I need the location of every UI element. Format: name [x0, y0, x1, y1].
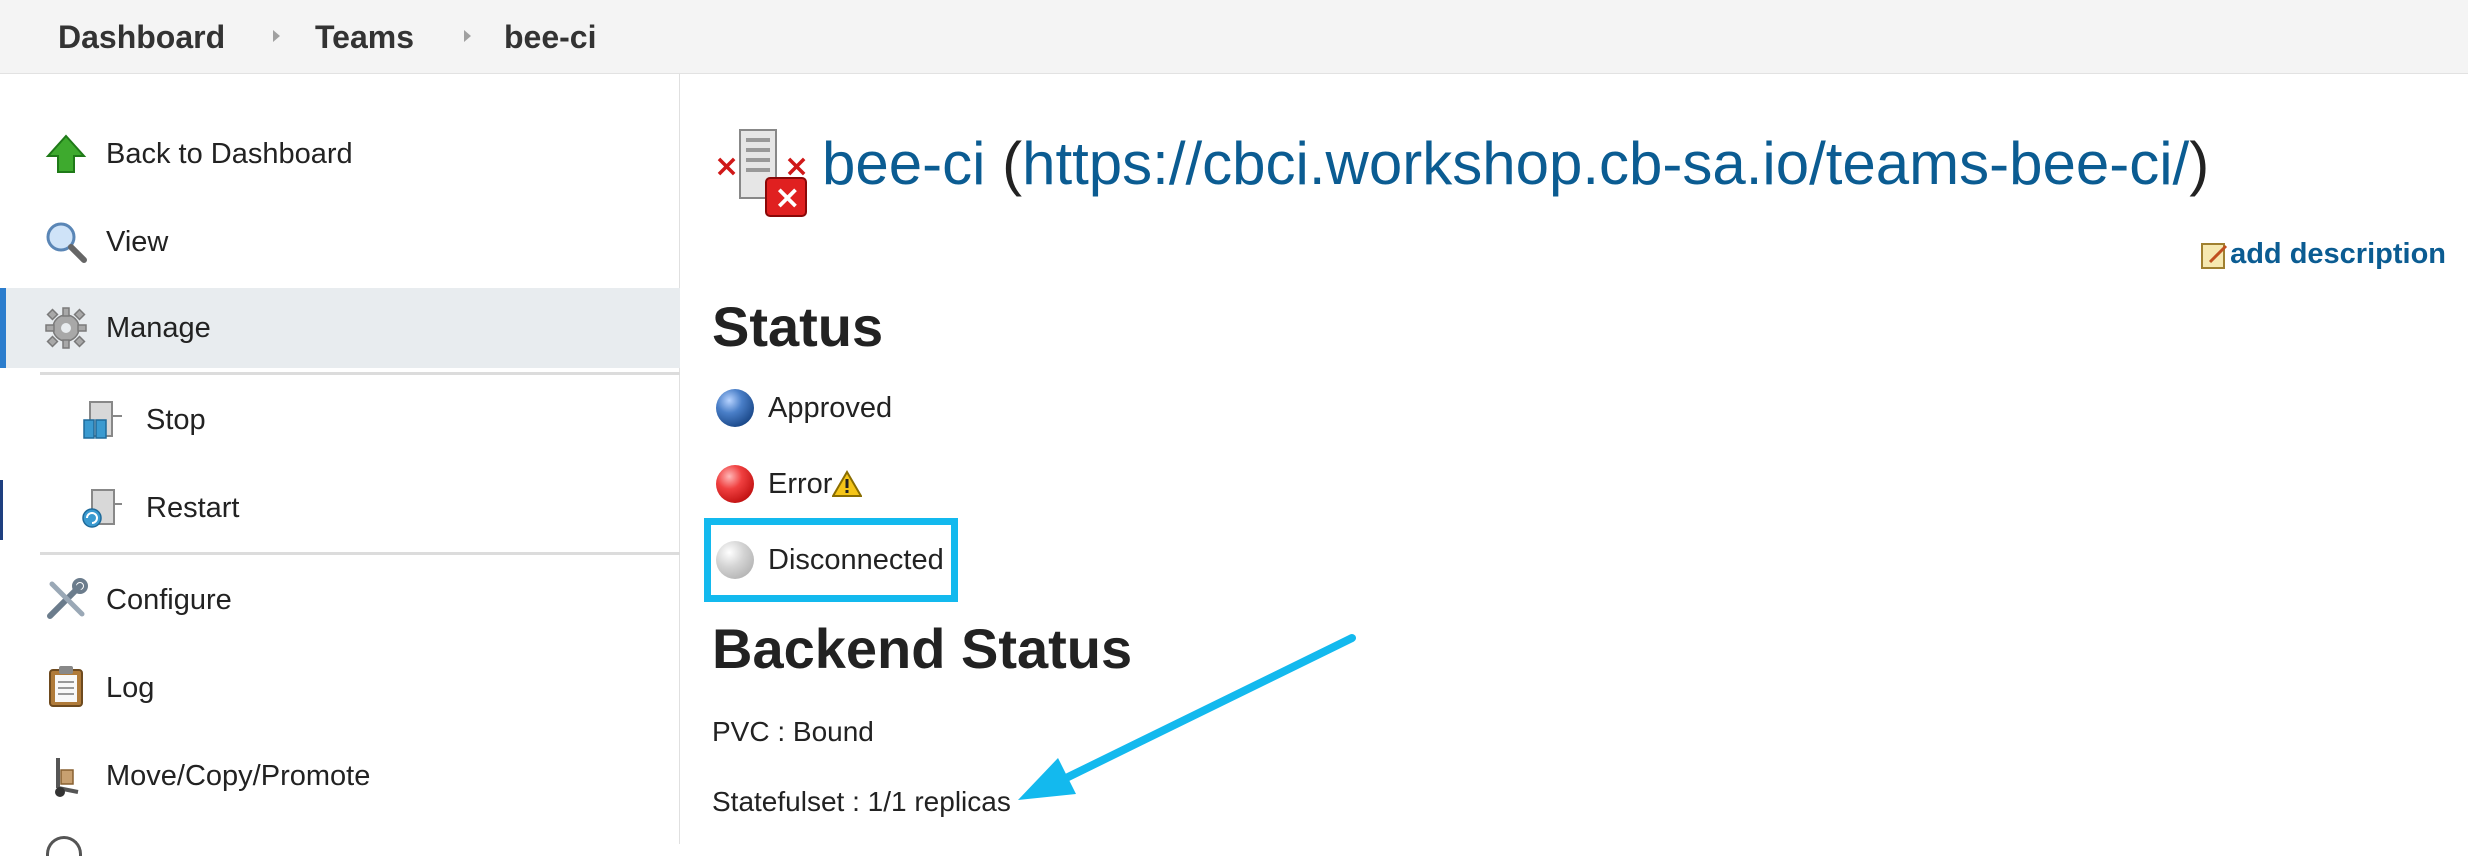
red-ball-icon [716, 465, 754, 503]
add-description-link[interactable]: add description [2200, 238, 2446, 271]
sidebar-item-log[interactable]: Log [0, 648, 680, 728]
left-edge-strip [0, 480, 3, 540]
server-restart-icon [82, 489, 122, 528]
breadcrumb-bee-ci[interactable]: bee-ci [504, 0, 596, 74]
breadcrumb-separator-icon [273, 30, 280, 42]
up-arrow-icon [45, 134, 87, 173]
breadcrumb-dashboard[interactable]: Dashboard [58, 0, 225, 74]
status-error: Error [716, 462, 863, 506]
magnifier-icon [46, 222, 87, 263]
sidebar-item-stop[interactable]: Stop [0, 380, 680, 460]
sidebar-divider [40, 552, 680, 555]
backend-status-heading: Backend Status [712, 617, 1133, 680]
status-heading: Status [712, 295, 884, 358]
title-open-paren: ( [985, 130, 1023, 197]
clipboard-icon [49, 666, 83, 707]
add-description-label: add description [2230, 238, 2446, 270]
sidebar-item-label: Back to Dashboard [106, 137, 353, 170]
svg-text:×: × [714, 149, 739, 184]
svg-text:×: × [774, 178, 801, 216]
breadcrumb: Dashboard Teams bee-ci [0, 0, 2468, 74]
sidebar: Back to Dashboard View Manage Stop Resta… [0, 74, 680, 856]
disconnected-highlight-box [704, 518, 958, 602]
title-team-name-link[interactable]: bee-ci [822, 130, 985, 197]
sidebar-item-back-to-dashboard[interactable]: Back to Dashboard [0, 114, 680, 194]
sidebar-item-label: Restart [146, 491, 240, 524]
disconnected-server-icon: × × × [714, 129, 809, 217]
sidebar-item-label: Manage [106, 311, 211, 344]
status-label: Error [768, 467, 833, 500]
sidebar-item-label: Log [106, 671, 155, 704]
status-approved: Approved [716, 386, 892, 430]
title-close-paren: ) [2189, 130, 2210, 197]
status-label: Approved [768, 391, 893, 424]
sidebar-item-manage[interactable]: Manage [0, 288, 680, 368]
sidebar-item-label: Move/Copy/Promote [106, 759, 371, 792]
sidebar-item-label: View [106, 225, 169, 258]
wrench-screwdriver-icon [47, 578, 88, 619]
blue-ball-icon [716, 389, 754, 427]
sidebar-item-move-copy-promote[interactable]: Move/Copy/Promote [0, 736, 680, 816]
sidebar-item-label: Stop [146, 403, 206, 436]
sidebar-divider [40, 372, 680, 375]
sidebar-item-view[interactable]: View [0, 202, 680, 282]
sidebar-item-label: Configure [106, 583, 232, 616]
server-stop-icon [83, 401, 122, 439]
sidebar-item-restart[interactable]: Restart [0, 468, 680, 548]
pvc-status: PVC : Bound [712, 716, 874, 747]
statefulset-status: Statefulset : 1/1 replicas [712, 786, 1011, 817]
sidebar-item-configure[interactable]: Configure [0, 560, 680, 640]
breadcrumb-teams[interactable]: Teams [315, 0, 414, 74]
hand-truck-icon [55, 758, 79, 797]
page-title: bee-ci (https://cbci.workshop.cb-sa.io/t… [822, 124, 2209, 204]
breadcrumb-separator-icon [464, 30, 471, 42]
edit-note-icon [2201, 242, 2228, 269]
gear-icon [45, 307, 87, 349]
title-url-link[interactable]: https://cbci.workshop.cb-sa.io/teams-bee… [1022, 130, 2189, 197]
partial-sidebar-icon [46, 836, 82, 856]
warning-icon [832, 470, 863, 497]
